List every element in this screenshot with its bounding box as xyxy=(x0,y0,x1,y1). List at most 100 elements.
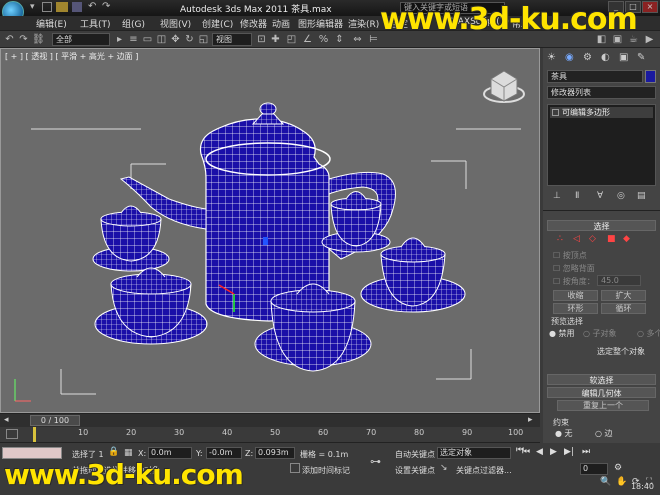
object-color-swatch[interactable] xyxy=(645,70,656,83)
show-end-result-icon[interactable]: Ⅱ xyxy=(575,191,579,201)
angle-field[interactable]: 45.0 xyxy=(597,275,641,286)
snap-icon[interactable]: ◰ xyxy=(286,34,297,45)
percent-snap-icon[interactable]: % xyxy=(318,34,329,45)
manipulate-icon[interactable]: ✚ xyxy=(270,34,281,45)
pivot-icon[interactable]: ⊡ xyxy=(256,34,267,45)
add-time-tag[interactable]: 添加时间标记 xyxy=(302,465,350,476)
modify-tab-icon[interactable]: ◉ xyxy=(565,52,574,63)
vertex-icon[interactable]: ∴ xyxy=(557,234,563,244)
menu-views[interactable]: 视图(V) xyxy=(160,17,191,30)
shrink-button[interactable]: 收缩 xyxy=(553,290,598,301)
hierarchy-tab-icon[interactable]: ⚙ xyxy=(583,52,592,63)
utilities-tab-icon[interactable]: ✎ xyxy=(637,52,645,63)
z-coordinate-field[interactable]: 0.093m xyxy=(255,447,295,459)
link-icon[interactable]: ⛓ xyxy=(32,34,45,45)
time-cursor[interactable] xyxy=(33,427,36,442)
current-frame-field[interactable]: 0 xyxy=(580,463,608,475)
close-icon[interactable]: × xyxy=(642,1,658,13)
perspective-viewport[interactable]: [ + ] [ 透视 ] [ 平滑 + 高光 + 边面 ] xyxy=(0,48,540,413)
scale-icon[interactable]: ◱ xyxy=(198,34,209,45)
menu-rendering[interactable]: 渲染(R) xyxy=(348,17,379,30)
key-mode-select[interactable]: 选定对象 xyxy=(437,447,511,459)
redo-icon[interactable]: ↷ xyxy=(18,34,29,45)
menu-create[interactable]: 创建(C) xyxy=(202,17,233,30)
absolute-mode-icon[interactable]: ▦ xyxy=(124,448,133,458)
edge-icon[interactable]: ◁ xyxy=(573,234,580,244)
motion-tab-icon[interactable]: ◐ xyxy=(601,52,610,63)
mirror-icon[interactable]: ⇔ xyxy=(352,34,363,45)
ignore-backface-checkbox[interactable]: ☐ 忽略背面 xyxy=(553,263,595,274)
by-vertex-checkbox[interactable]: ☐ 按顶点 xyxy=(553,250,587,261)
soft-selection-rollout[interactable]: 软选择 xyxy=(547,374,656,385)
select-by-name-icon[interactable]: ≡ xyxy=(128,34,139,45)
polygon-icon[interactable]: ■ xyxy=(607,234,616,244)
undo-icon[interactable]: ↶ xyxy=(88,1,96,12)
quick-access-icon[interactable]: ▾ xyxy=(30,2,38,12)
menu-graph-editors[interactable]: 图形编辑器 xyxy=(298,17,343,30)
spinner-snap-icon[interactable]: ⇕ xyxy=(334,34,345,45)
timeline-bar[interactable]: 0 / 100 ◂ ▸ xyxy=(0,413,540,427)
modifier-stack[interactable]: 可编辑多边形 xyxy=(547,104,656,186)
align-icon[interactable]: ⊨ xyxy=(368,34,379,45)
move-icon[interactable]: ✥ xyxy=(170,34,181,45)
next-key-icon[interactable]: ▶| xyxy=(564,447,574,457)
display-tab-icon[interactable]: ▣ xyxy=(619,52,628,63)
go-start-icon[interactable]: ⏮ xyxy=(522,447,530,457)
time-tag-icon[interactable] xyxy=(290,463,300,473)
repeat-last-button[interactable]: 重复上一个 xyxy=(557,400,649,411)
track-bar[interactable]: 10 20 30 40 50 60 70 80 90 100 xyxy=(0,427,540,443)
menu-modifiers[interactable]: 修改器 xyxy=(240,17,267,30)
play-icon[interactable]: ▶ xyxy=(550,447,557,457)
save-file-icon[interactable] xyxy=(72,2,82,12)
window-crossing-icon[interactable]: ◫ xyxy=(156,34,167,45)
next-frame-icon[interactable]: ▸ xyxy=(528,415,533,425)
redo-icon[interactable]: ↷ xyxy=(102,1,110,12)
menu-animation[interactable]: 动画 xyxy=(272,17,290,30)
preview-disabled-radio[interactable]: ● 禁用 xyxy=(549,328,575,339)
remove-modifier-icon[interactable]: ◎ xyxy=(617,191,625,201)
pin-stack-icon[interactable]: ⊥ xyxy=(553,191,561,201)
object-name-field[interactable]: 茶具 xyxy=(547,70,643,83)
constraint-edge-radio[interactable]: ○ 边 xyxy=(595,428,613,439)
make-unique-icon[interactable]: ∀ xyxy=(597,191,603,201)
mini-curve-editor-icon[interactable] xyxy=(6,429,18,439)
pan-icon[interactable]: ✋ xyxy=(616,477,627,487)
go-end-icon[interactable]: ⏭ xyxy=(582,447,590,457)
menu-edit[interactable]: 编辑(E) xyxy=(36,17,67,30)
rotate-icon[interactable]: ↻ xyxy=(184,34,195,45)
border-icon[interactable]: ◇ xyxy=(589,234,596,244)
region-select-icon[interactable]: ▭ xyxy=(142,34,153,45)
time-slider[interactable]: 0 / 100 xyxy=(30,415,80,426)
loop-button[interactable]: 循环 xyxy=(601,303,646,314)
element-icon[interactable]: ◆ xyxy=(623,234,630,244)
set-key-label[interactable]: 设置关键点 xyxy=(395,465,435,476)
select-object-icon[interactable]: ▸ xyxy=(114,34,125,45)
lock-selection-icon[interactable]: 🔒 xyxy=(108,447,119,457)
constraint-none-radio[interactable]: ● 无 xyxy=(555,428,573,439)
create-tab-icon[interactable]: ☀ xyxy=(547,52,556,63)
modifier-list-select[interactable]: 修改器列表 xyxy=(547,86,656,99)
selection-rollout[interactable]: 选择 xyxy=(547,220,656,231)
prev-key-icon[interactable]: ◀ xyxy=(536,447,543,457)
quick-render-icon[interactable]: ▶ xyxy=(644,34,655,45)
new-file-icon[interactable] xyxy=(42,2,52,12)
by-angle-checkbox[interactable]: ☐ 按角度： xyxy=(553,276,595,287)
angle-snap-icon[interactable]: ∠ xyxy=(302,34,313,45)
selection-filter-select[interactable]: 全部 xyxy=(52,33,110,46)
prev-frame-icon[interactable]: ◂ xyxy=(4,415,9,425)
key-filters-button[interactable]: 关键点过滤器... xyxy=(456,465,512,476)
zoom-icon[interactable]: 🔍 xyxy=(600,477,611,487)
undo-icon[interactable]: ↶ xyxy=(4,34,15,45)
menu-tools[interactable]: 工具(T) xyxy=(80,17,111,30)
expand-icon[interactable] xyxy=(552,109,559,116)
time-config-icon[interactable]: ⚙ xyxy=(614,463,622,473)
ring-button[interactable]: 环形 xyxy=(553,303,598,314)
edit-geometry-rollout[interactable]: 编辑几何体 xyxy=(547,387,656,398)
preview-subobject-radio[interactable]: ○ 子对象 xyxy=(583,328,617,339)
stack-item-editable-poly[interactable]: 可编辑多边形 xyxy=(550,107,653,118)
key-filter-arrow-icon[interactable]: ↘ xyxy=(440,463,448,473)
preview-multi-radio[interactable]: ○ 多个 xyxy=(637,328,660,339)
configure-sets-icon[interactable]: ▤ xyxy=(637,191,646,201)
grow-button[interactable]: 扩大 xyxy=(601,290,646,301)
reference-coord-select[interactable]: 视图 xyxy=(212,33,252,46)
